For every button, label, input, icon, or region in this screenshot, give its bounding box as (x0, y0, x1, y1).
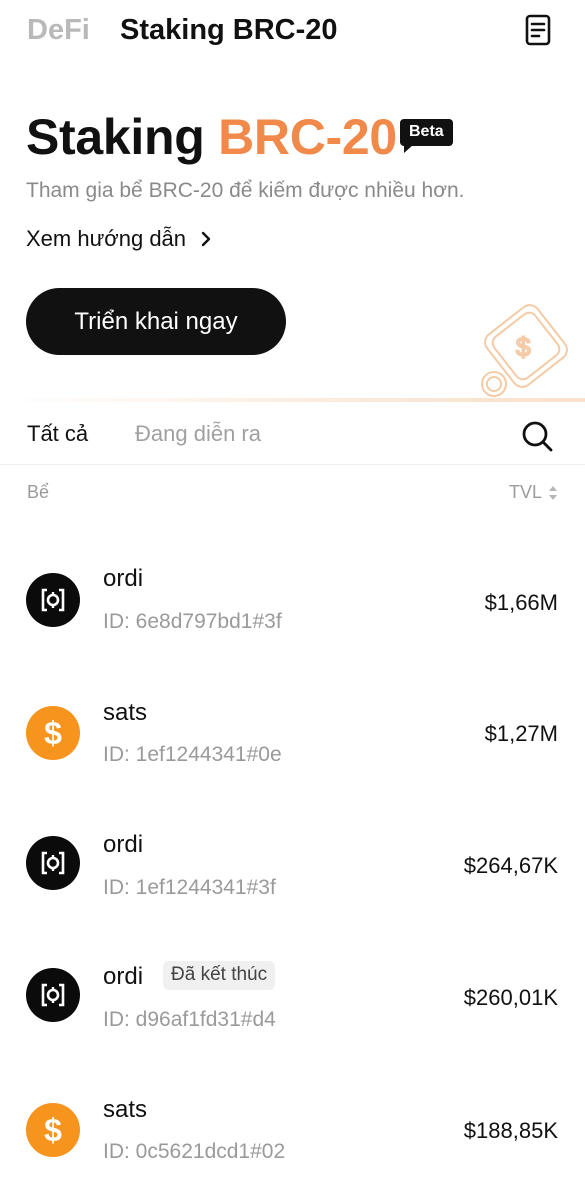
filter-tab-all[interactable]: Tất cả (27, 421, 88, 447)
pool-row[interactable]: $ sats ID: 0c5621dcd1#02 $188,85K (0, 1070, 585, 1190)
top-bar: DeFi Staking BRC-20 (0, 0, 585, 64)
pool-row[interactable]: $ sats ID: 1ef1244341#0e $1,27M (0, 673, 585, 793)
pool-name: ordi (103, 831, 144, 858)
svg-text:$: $ (516, 332, 531, 362)
pool-id: ID: 1ef1244341#3f (103, 876, 276, 899)
sats-icon: $ (26, 1103, 80, 1157)
pool-row[interactable]: ordi ID: 6e8d797bd1#3f $1,66M (0, 540, 585, 660)
svg-text:$: $ (44, 716, 62, 750)
search-icon[interactable] (520, 419, 554, 453)
tab-defi[interactable]: DeFi (27, 14, 90, 47)
ended-status-badge: Đã kết thúc (163, 961, 276, 990)
staking-page: DeFi Staking BRC-20 Staking BRC-20 Beta … (0, 0, 585, 1200)
column-header-pool: Bể (27, 482, 50, 502)
pool-id: ID: d96af1fd31#d4 (103, 1008, 276, 1031)
ordi-icon (26, 836, 80, 890)
pool-id: ID: 0c5621dcd1#02 (103, 1140, 286, 1163)
pool-id: ID: 1ef1244341#0e (103, 743, 282, 766)
hero-title-accent: BRC-20 (218, 109, 397, 165)
pool-tvl: $264,67K (463, 853, 558, 878)
column-header-tvl[interactable]: TVL (509, 482, 558, 503)
tab-staking-brc20[interactable]: Staking BRC-20 (120, 14, 338, 47)
pool-tvl: $188,85K (463, 1118, 558, 1143)
chevron-right-icon (201, 231, 211, 247)
column-header-tvl-label: TVL (508, 482, 542, 502)
filter-tab-ongoing[interactable]: Đang diễn ra (135, 421, 261, 447)
deploy-now-button[interactable]: Triển khai ngay (26, 288, 286, 355)
pool-row[interactable]: ordi Đã kết thúc ID: d96af1fd31#d4 $260,… (0, 937, 585, 1057)
sort-icon (549, 485, 557, 500)
document-icon[interactable] (520, 12, 556, 48)
sats-icon: $ (26, 706, 80, 760)
hero-subtitle: Tham gia bể BRC-20 để kiếm được nhiều hơ… (26, 179, 465, 202)
pool-name: ordi (103, 565, 144, 592)
guide-link[interactable]: Xem hướng dẫn (26, 226, 212, 252)
filter-bar: Tất cả Đang diễn ra (0, 405, 585, 465)
hero-divider-glow (0, 398, 585, 402)
pool-tvl: $1,27M (484, 721, 558, 746)
guide-link-label: Xem hướng dẫn (26, 226, 187, 251)
ordi-icon (26, 968, 80, 1022)
pool-name: ordi (103, 963, 144, 990)
pool-name: sats (103, 1096, 148, 1123)
pool-id: ID: 6e8d797bd1#3f (103, 610, 282, 633)
wallet-illustration-icon: $ (466, 296, 585, 406)
hero-title: Staking BRC-20 (26, 108, 397, 166)
pool-row[interactable]: ordi ID: 1ef1244341#3f $264,67K (0, 805, 585, 925)
pool-tvl: $260,01K (463, 985, 558, 1010)
ordi-icon (26, 573, 80, 627)
svg-text:$: $ (44, 1113, 62, 1147)
beta-badge: Beta (400, 119, 453, 153)
pool-tvl: $1,66M (484, 590, 558, 615)
hero-title-main: Staking (26, 109, 205, 165)
pool-name: sats (103, 699, 148, 726)
